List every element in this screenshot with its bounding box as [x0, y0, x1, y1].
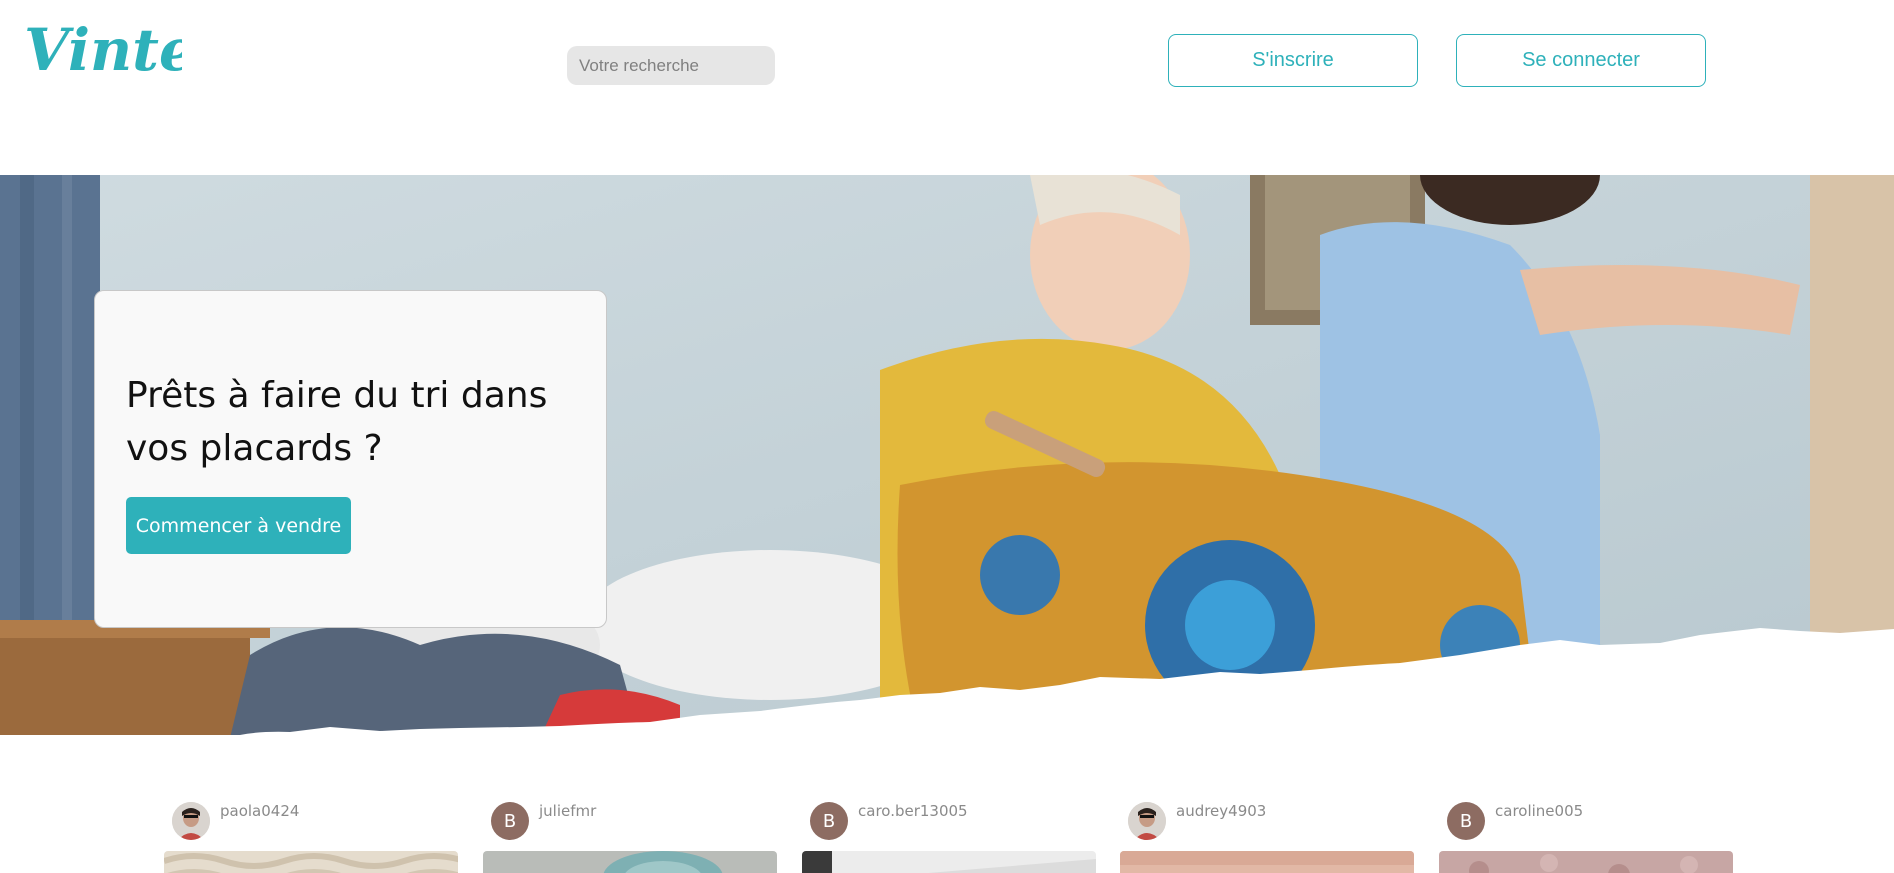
vinted-logo[interactable]: Vinted [22, 16, 182, 86]
hero-banner: Prêts à faire du tri dans vos placards ?… [0, 175, 1894, 738]
hero-title: Prêts à faire du tri dans vos placards ? [126, 375, 548, 469]
item-thumbnail[interactable] [1439, 851, 1733, 873]
signup-button[interactable]: S'inscrire [1168, 34, 1418, 87]
item-owner[interactable]: B caro.ber13005 [810, 802, 968, 842]
vinted-logo-wordmark: Vinted [24, 16, 182, 84]
username: caroline005 [1495, 802, 1584, 820]
item-owner[interactable]: paola0424 [172, 802, 299, 842]
user-photo-icon [1128, 802, 1166, 840]
item-thumbnail[interactable] [483, 851, 777, 873]
item-thumbnail[interactable] [164, 851, 458, 873]
username: caro.ber13005 [858, 802, 968, 820]
site-header: Vinted S'inscrire Se connecter [0, 0, 1894, 175]
start-selling-button[interactable]: Commencer à vendre [126, 497, 351, 554]
avatar[interactable]: B [491, 802, 529, 840]
item-feed: paola0424 B juliefmr B caro.ber13005 aud… [0, 738, 1894, 873]
logo-text: Vinted [24, 16, 182, 84]
search-input[interactable] [567, 46, 775, 85]
avatar[interactable]: B [1447, 802, 1485, 840]
item-owner[interactable]: B juliefmr [491, 802, 596, 842]
start-selling-label: Commencer à vendre [135, 514, 342, 537]
item-thumbnail[interactable] [1120, 851, 1414, 873]
user-photo-icon [172, 802, 210, 840]
username: juliefmr [539, 802, 597, 820]
item-owner[interactable]: B caroline005 [1447, 802, 1583, 842]
hero-card: Prêts à faire du tri dans vos placards ?… [94, 290, 607, 628]
username: paola0424 [220, 802, 300, 820]
item-thumbnail[interactable] [802, 851, 1096, 873]
avatar[interactable]: B [810, 802, 848, 840]
login-button-label: Se connecter [1522, 49, 1640, 71]
username: audrey4903 [1176, 802, 1267, 820]
signup-button-label: S'inscrire [1252, 49, 1334, 71]
avatar[interactable] [172, 802, 210, 840]
avatar[interactable] [1128, 802, 1166, 840]
item-owner[interactable]: audrey4903 [1128, 802, 1266, 842]
login-button[interactable]: Se connecter [1456, 34, 1706, 87]
